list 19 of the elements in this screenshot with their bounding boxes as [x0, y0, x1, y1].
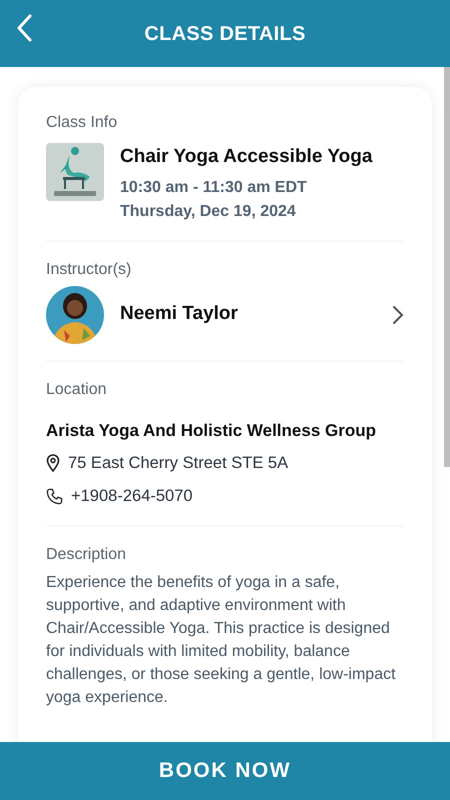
instructor-row[interactable]: Neemi Taylor — [46, 286, 404, 344]
section-label: Instructor(s) — [46, 260, 132, 280]
back-icon — [16, 14, 32, 42]
phone-number[interactable]: +1908-264-5070 — [71, 484, 193, 508]
section-label: Location — [46, 380, 108, 400]
page-title: CLASS DETAILS — [144, 22, 306, 46]
address-text: 75 East Cherry Street STE 5A — [68, 453, 288, 474]
class-time: 10:30 am - 11:30 am EDT — [120, 178, 308, 198]
book-now-button[interactable]: BOOK NOW — [0, 742, 450, 800]
chevron-right-icon — [392, 304, 404, 324]
section-label: Class Info — [46, 113, 118, 133]
class-name: Chair Yoga Accessible Yoga — [120, 145, 372, 169]
class-date: Thursday, Dec 19, 2024 — [120, 202, 297, 222]
description-text: Experience the benefits of yoga in a safe, supportive, and adaptive environment with Chair/Accessible Yoga. This practice is designed for individuals with limited mobility, balance challenges, or those seeking a gentle, low-impact yoga experience. — [46, 572, 397, 708]
location-name: Arista Yoga And Holistic Wellness Group — [46, 420, 377, 442]
instructor-name: Neemi Taylor — [120, 302, 239, 326]
location-pin-icon — [46, 454, 60, 472]
phone-icon — [46, 488, 63, 505]
section-label: Description — [46, 544, 128, 564]
